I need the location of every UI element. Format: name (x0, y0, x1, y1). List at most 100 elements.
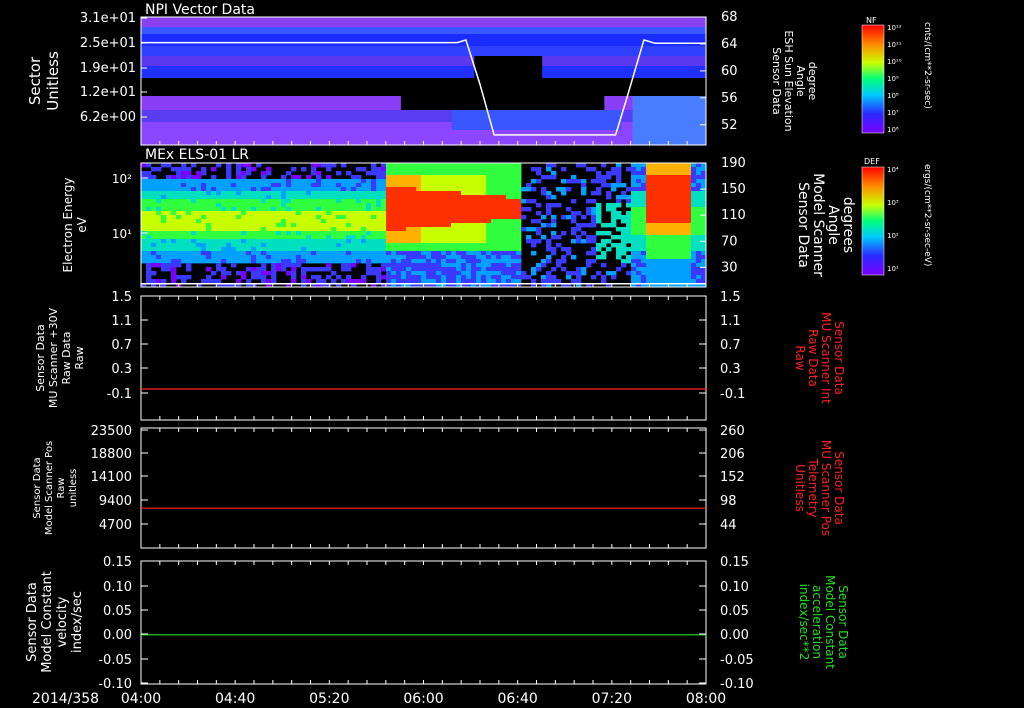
els-cell (251, 167, 257, 172)
els-cell (361, 259, 367, 264)
els-cell (371, 227, 377, 232)
els-cell (301, 219, 307, 224)
els-cell (686, 243, 692, 248)
npi-gap-a (474, 56, 543, 78)
els-cell (511, 251, 517, 256)
els-cell (221, 223, 227, 228)
els-cell (481, 227, 487, 232)
els-cell (456, 223, 462, 228)
els-cell (401, 167, 407, 172)
els-cell (676, 243, 682, 248)
els-cell (441, 183, 447, 188)
nf-colorbar-tick: 10¹⁰ (887, 58, 902, 66)
els-cell (296, 243, 302, 248)
els-cell (496, 255, 502, 260)
els-cell (636, 275, 642, 280)
els-cell (661, 163, 667, 168)
els-cell (401, 219, 407, 224)
els-cell (691, 175, 697, 180)
els-cell (586, 211, 592, 216)
els-cell (406, 259, 412, 264)
els-cell (226, 243, 232, 248)
els-cell (651, 247, 657, 252)
els-cell (171, 207, 177, 212)
els-cell (176, 171, 182, 176)
els-cell (336, 183, 342, 188)
els-cell (686, 259, 692, 264)
els-cell (331, 195, 337, 200)
els-cell (476, 239, 482, 244)
els-cell (256, 191, 262, 196)
els-cell (491, 255, 497, 260)
els-cell (571, 279, 577, 284)
els-cell (696, 207, 702, 212)
els-cell (501, 219, 507, 224)
els-cell (281, 235, 287, 240)
els-cell (346, 195, 352, 200)
els-cell (436, 191, 442, 196)
els-cell (416, 259, 422, 264)
els-cell (636, 163, 642, 168)
els-cell (301, 259, 307, 264)
els-cell (281, 255, 287, 260)
els-cell (536, 267, 542, 272)
els-cell (176, 167, 182, 172)
els-cell (456, 235, 462, 240)
els-cell (391, 171, 397, 176)
els-cell (641, 191, 647, 196)
els-cell (446, 171, 452, 176)
npi-right-tick-label: 64 (721, 37, 738, 52)
els-cell (386, 239, 392, 244)
els-cell (246, 191, 252, 196)
els-cell (481, 231, 487, 236)
els-cell (421, 271, 427, 276)
els-cell (501, 251, 507, 256)
els-cell (186, 275, 192, 280)
els-cell (681, 187, 687, 192)
els-cell (196, 183, 202, 188)
els-cell (626, 195, 632, 200)
els-cell (216, 187, 222, 192)
els-cell (326, 235, 332, 240)
els-ylabel-line1: Electron Energy (61, 177, 75, 272)
els-cell (541, 215, 547, 220)
els-cell (396, 239, 402, 244)
els-cell (661, 255, 667, 260)
els-cell (451, 271, 457, 276)
els-cell (511, 235, 517, 240)
els-cell (666, 179, 672, 184)
els-cell (236, 271, 242, 276)
els-cell (251, 207, 257, 212)
els-cell (361, 219, 367, 224)
els-cell (566, 275, 572, 280)
els-cell (551, 171, 557, 176)
els-cell (511, 227, 517, 232)
els-cell (226, 251, 232, 256)
els-cell (336, 191, 342, 196)
els-cell (511, 215, 517, 220)
els-cell (216, 163, 222, 168)
els-cell (426, 231, 432, 236)
els-cell (466, 183, 472, 188)
els-cell (506, 195, 512, 200)
els-cell (326, 243, 332, 248)
els-cell (676, 247, 682, 252)
els-cell (476, 279, 482, 284)
els-cell (656, 263, 662, 268)
els-cell (251, 259, 257, 264)
els-cell (181, 243, 187, 248)
els-cell (581, 163, 587, 168)
els-cell (676, 235, 682, 240)
els-cell (241, 183, 247, 188)
els-cell (506, 167, 512, 172)
els-cell (221, 267, 227, 272)
els-cell (656, 255, 662, 260)
els-cell (441, 263, 447, 268)
els-cell (436, 171, 442, 176)
els-cell (266, 215, 272, 220)
els-cell (216, 183, 222, 188)
els-cell (656, 223, 662, 228)
els-cell (536, 167, 542, 172)
els-cell (421, 239, 427, 244)
els-cell (421, 267, 427, 272)
